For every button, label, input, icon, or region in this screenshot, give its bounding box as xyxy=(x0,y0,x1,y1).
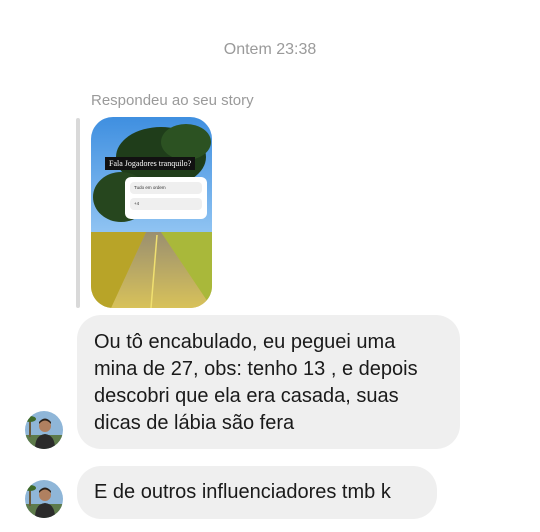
avatar-image xyxy=(25,411,63,449)
reply-indicator-bar xyxy=(76,118,80,308)
message-bubble[interactable]: E de outros influenciadores tmb k xyxy=(77,466,437,519)
message-timestamp: Ontem 23:38 xyxy=(223,41,317,58)
avatar-image xyxy=(25,480,63,518)
sender-avatar[interactable] xyxy=(25,480,63,518)
sender-avatar[interactable] xyxy=(25,411,63,449)
story-option: Tudo em ordem xyxy=(130,182,202,194)
story-reply-label: Respondeu ao seu story xyxy=(91,92,254,109)
story-poll-card: Tudo em ordem +4 xyxy=(125,177,207,219)
story-question-label: Fala Jogadores tranquilo? xyxy=(105,157,196,170)
story-option: +4 xyxy=(130,198,202,210)
message-bubble[interactable]: Ou tô encabulado, eu peguei uma mina de … xyxy=(77,315,460,449)
story-thumbnail[interactable]: Fala Jogadores tranquilo? Tudo em ordem … xyxy=(91,117,212,308)
